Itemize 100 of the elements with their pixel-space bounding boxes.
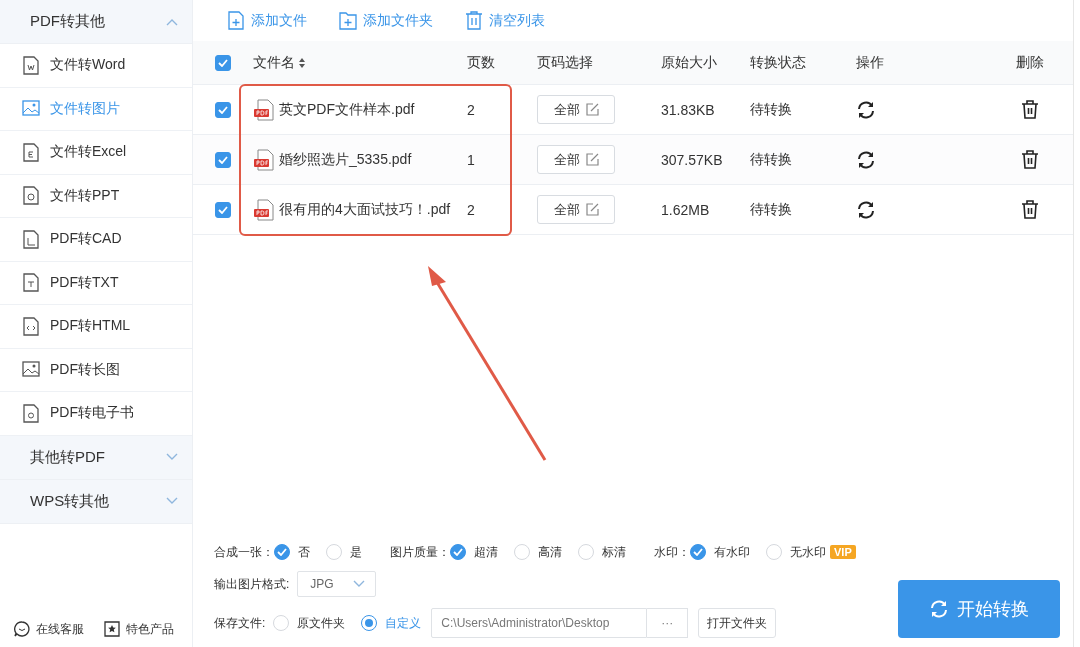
chevron-down-icon	[353, 580, 366, 588]
refresh-icon	[856, 99, 876, 120]
file-name: 英文PDF文件样本.pdf	[279, 100, 415, 119]
delete-button[interactable]	[1021, 100, 1039, 119]
page-count: 2	[467, 201, 476, 218]
radio-option[interactable]: 标清	[578, 543, 626, 561]
page-count: 2	[467, 101, 476, 118]
sidebar-item[interactable]: 文件转PPT	[0, 174, 192, 218]
refresh-icon	[929, 599, 949, 619]
file-size: 307.57KB	[661, 151, 724, 168]
select-all-checkbox[interactable]	[215, 54, 231, 71]
delete-button[interactable]	[1021, 200, 1039, 219]
option-label: 水印：	[654, 543, 690, 561]
footer-link[interactable]: 特色产品	[104, 620, 174, 638]
cad-document-icon	[22, 229, 40, 249]
column-header: 页码选择	[537, 53, 594, 72]
badge-icon	[104, 621, 120, 637]
convert-button[interactable]	[856, 199, 876, 220]
format-dropdown[interactable]: JPG	[297, 571, 377, 597]
presentation-document-icon	[22, 186, 40, 206]
convert-button[interactable]	[856, 99, 876, 120]
file-size: 1.62MB	[661, 201, 711, 218]
option-label: 图片质量：	[390, 543, 450, 561]
delete-button[interactable]	[1021, 150, 1039, 169]
pdf-file-icon	[253, 198, 275, 221]
trash-icon	[1021, 200, 1039, 219]
image-icon	[22, 99, 40, 119]
refresh-icon	[856, 149, 876, 170]
sidebar-item[interactable]: PDF转CAD	[0, 218, 192, 262]
conversion-status: 待转换	[750, 100, 793, 119]
page-count: 1	[467, 151, 476, 168]
edit-icon	[585, 103, 599, 116]
checkmark-icon	[218, 205, 228, 214]
edit-icon	[585, 153, 599, 166]
sidebar-item[interactable]: 文件转Excel	[0, 131, 192, 175]
word-document-icon	[22, 55, 40, 75]
radio-option[interactable]: 无水印	[766, 543, 826, 561]
pdf-file-icon	[253, 148, 275, 171]
file-name: 很有用的4大面试技巧！.pdf	[279, 200, 451, 219]
sidebar-group-header[interactable]: PDF转其他	[0, 0, 192, 44]
page-range-button[interactable]: 全部	[537, 95, 615, 124]
sidebar-group-header[interactable]: WPS转其他	[0, 479, 192, 524]
column-header: 删除	[1015, 53, 1045, 72]
convert-button[interactable]	[856, 149, 876, 170]
conversion-status: 待转换	[750, 150, 793, 169]
checkmark-icon	[218, 58, 228, 67]
checkmark-icon	[693, 548, 703, 556]
refresh-icon	[856, 199, 876, 220]
radio-option[interactable]: 高清	[514, 543, 562, 561]
radio-option[interactable]: 原文件夹	[273, 614, 346, 632]
chevron-up-icon	[166, 17, 178, 26]
trash-icon	[465, 11, 483, 30]
spreadsheet-document-icon	[22, 142, 40, 162]
option-label: 保存文件:	[214, 614, 266, 632]
folder-plus-icon	[339, 11, 357, 30]
vip-badge: VIP	[830, 545, 856, 559]
text-document-icon	[22, 273, 40, 293]
checkmark-icon	[277, 548, 287, 556]
radio-option[interactable]: 是	[326, 543, 362, 561]
checkmark-icon	[218, 155, 228, 164]
radio-option[interactable]: 有水印	[690, 543, 750, 561]
image-icon	[22, 360, 40, 380]
sidebar-item[interactable]: PDF转TXT	[0, 261, 192, 305]
file-size: 31.83KB	[661, 101, 716, 118]
chevron-down-icon	[166, 453, 178, 461]
column-header: 文件名	[253, 53, 295, 72]
browse-button[interactable]: ···	[647, 608, 689, 638]
chevron-down-icon	[166, 497, 178, 505]
sort-icon[interactable]	[299, 57, 305, 68]
row-checkbox[interactable]	[215, 101, 231, 118]
sidebar-item[interactable]: PDF转电子书	[0, 392, 192, 436]
radio-option[interactable]: 超清	[450, 543, 498, 561]
file-plus-icon	[227, 11, 245, 30]
open-folder-button[interactable]: 打开文件夹	[698, 608, 777, 638]
column-header: 操作	[856, 53, 885, 72]
column-header: 原始大小	[661, 53, 718, 72]
page-range-button[interactable]: 全部	[537, 145, 615, 174]
file-name: 婚纱照选片_5335.pdf	[279, 150, 412, 169]
row-checkbox[interactable]	[215, 151, 231, 168]
column-header: 转换状态	[750, 53, 807, 72]
code-document-icon	[22, 316, 40, 336]
conversion-status: 待转换	[750, 200, 793, 219]
ebook-document-icon	[22, 403, 40, 423]
sidebar-group-header[interactable]: 其他转PDF	[0, 435, 192, 480]
option-label: 输出图片格式:	[214, 575, 290, 593]
radio-option[interactable]: 否	[274, 543, 310, 561]
row-checkbox[interactable]	[215, 201, 231, 218]
save-path-field[interactable]: C:\Users\Administrator\Desktop	[431, 608, 648, 638]
checkmark-icon	[453, 548, 463, 556]
edit-icon	[585, 203, 599, 216]
column-header: 页数	[467, 53, 496, 72]
trash-icon	[1021, 100, 1039, 119]
sidebar-item[interactable]: PDF转长图	[0, 348, 192, 392]
footer-link[interactable]: 在线客服	[14, 620, 84, 638]
chat-bubble-icon	[14, 621, 30, 637]
sidebar-item[interactable]: 文件转Word	[0, 44, 192, 88]
checkmark-icon	[218, 105, 228, 114]
option-label: 合成一张：	[214, 543, 274, 561]
page-range-button[interactable]: 全部	[537, 195, 615, 224]
sidebar-item[interactable]: PDF转HTML	[0, 305, 192, 349]
